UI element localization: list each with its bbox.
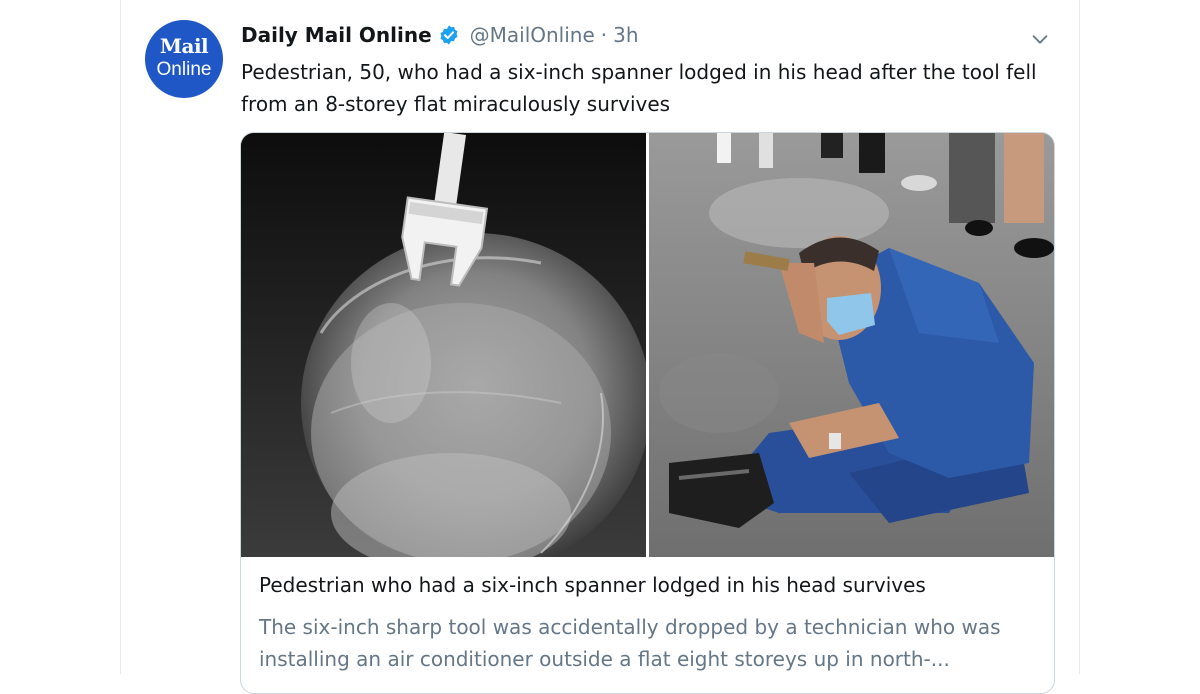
xray-image[interactable] (241, 133, 646, 557)
tweet-text: Pedestrian, 50, who had a six-inch spann… (241, 60, 1037, 116)
link-card[interactable]: Pedestrian who had a six-inch spanner lo… (240, 132, 1055, 694)
timestamp[interactable]: 3h (613, 23, 638, 47)
separator: · (600, 23, 608, 47)
card-description: The six-inch sharp tool was accidentally… (259, 615, 1001, 671)
handle[interactable]: @MailOnline (470, 23, 595, 47)
timeline-border-right (1079, 0, 1080, 674)
avatar[interactable]: Mail Online (145, 20, 223, 98)
card-media[interactable] (241, 133, 1054, 557)
man-photo[interactable] (649, 133, 1054, 557)
avatar-line1: Mail (159, 34, 209, 58)
chevron-down-icon[interactable] (1029, 28, 1051, 50)
avatar-line2: Online (156, 59, 212, 80)
tweet-header: Daily Mail Online @MailOnline · 3h (241, 20, 639, 50)
verified-badge-icon (440, 25, 458, 45)
tweet[interactable]: Mail Online Daily Mail Online @MailOnlin… (121, 0, 1079, 694)
card-title[interactable]: Pedestrian who had a six-inch spanner lo… (259, 573, 926, 597)
display-name[interactable]: Daily Mail Online (241, 23, 432, 47)
page: Mail Online Daily Mail Online @MailOnlin… (0, 0, 1200, 694)
